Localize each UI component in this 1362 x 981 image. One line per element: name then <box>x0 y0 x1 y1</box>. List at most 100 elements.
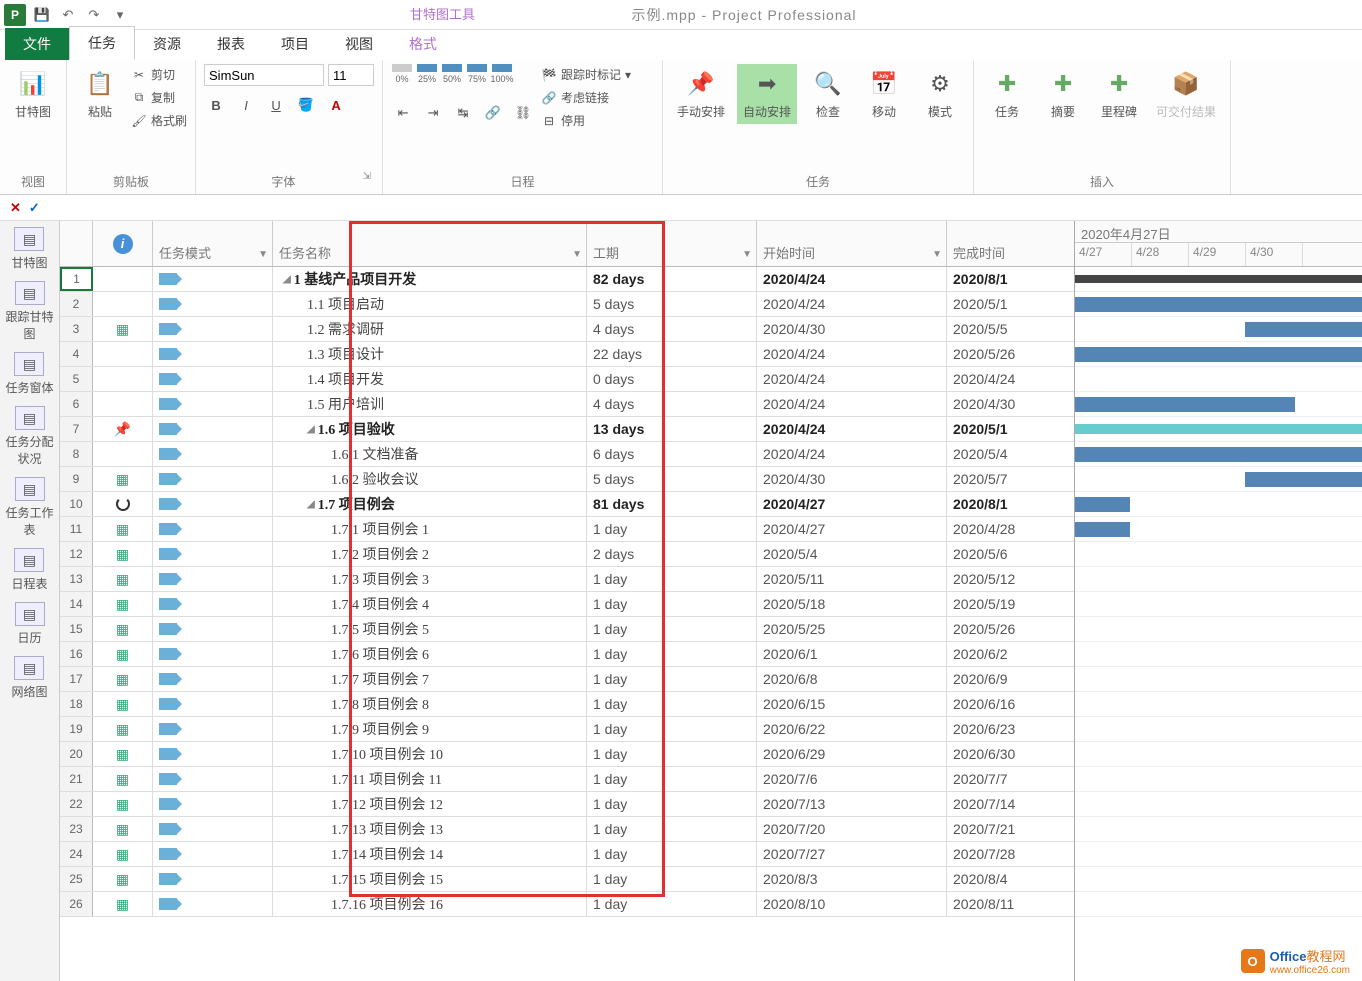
row-number[interactable]: 22 <box>60 792 93 816</box>
row-number[interactable]: 4 <box>60 342 93 366</box>
bold-button[interactable]: B <box>204 94 228 116</box>
cell-info[interactable]: ▦ <box>93 642 153 666</box>
row-number[interactable]: 3 <box>60 317 93 341</box>
tab-project[interactable]: 项目 <box>263 28 327 60</box>
cell-finish[interactable]: 2020/5/12 <box>947 567 1075 591</box>
format-painter-button[interactable]: 🖌格式刷 <box>131 110 187 131</box>
task-row[interactable]: 26▦1.7.16 项目例会 161 day2020/8/102020/8/11 <box>60 892 1074 917</box>
row-number[interactable]: 13 <box>60 567 93 591</box>
task-row[interactable]: 16▦1.7.6 项目例会 61 day2020/6/12020/6/2 <box>60 642 1074 667</box>
task-row[interactable]: 10◢1.7 项目例会81 days2020/4/272020/8/1 <box>60 492 1074 517</box>
cell-start[interactable]: 2020/4/24 <box>757 392 947 416</box>
task-row[interactable]: 13▦1.7.3 项目例会 31 day2020/5/112020/5/12 <box>60 567 1074 592</box>
cell-duration[interactable]: 1 day <box>587 617 757 641</box>
cell-name[interactable]: 1.7.1 项目例会 1 <box>273 517 587 541</box>
collapse-icon[interactable]: ◢ <box>307 499 315 510</box>
cell-name[interactable]: 1.7.16 项目例会 16 <box>273 892 587 916</box>
copy-button[interactable]: ⧉复制 <box>131 87 187 108</box>
cell-info[interactable]: ▦ <box>93 717 153 741</box>
gantt-row[interactable] <box>1075 442 1362 467</box>
row-number[interactable]: 5 <box>60 367 93 391</box>
cell-name[interactable]: 1.5 用户培训 <box>273 392 587 416</box>
row-number[interactable]: 12 <box>60 542 93 566</box>
cell-name[interactable]: 1.7.10 项目例会 10 <box>273 742 587 766</box>
cell-finish[interactable]: 2020/8/1 <box>947 492 1075 516</box>
cell-duration[interactable]: 1 day <box>587 667 757 691</box>
row-number[interactable]: 10 <box>60 492 93 516</box>
task-row[interactable]: 18▦1.7.8 项目例会 81 day2020/6/152020/6/16 <box>60 692 1074 717</box>
cell-start[interactable]: 2020/4/24 <box>757 292 947 316</box>
chevron-down-icon[interactable]: ▼ <box>572 249 582 260</box>
gantt-bar[interactable] <box>1075 497 1130 512</box>
row-number[interactable]: 19 <box>60 717 93 741</box>
collapse-icon[interactable]: ◢ <box>307 424 315 435</box>
task-row[interactable]: 3▦1.2 需求调研4 days2020/4/302020/5/5 <box>60 317 1074 342</box>
header-duration[interactable]: 工期▼ <box>587 221 757 266</box>
cell-mode[interactable] <box>153 692 273 716</box>
gantt-bar[interactable] <box>1075 397 1295 412</box>
gantt-row[interactable] <box>1075 742 1362 767</box>
sidebar-item-7[interactable]: ▤网络图 <box>11 656 47 700</box>
cell-name[interactable]: 1.7.9 项目例会 9 <box>273 717 587 741</box>
gantt-bar[interactable] <box>1245 472 1362 487</box>
track-mark-button[interactable]: 🏁跟踪时标记 ▾ <box>541 64 631 85</box>
cell-finish[interactable]: 2020/6/30 <box>947 742 1075 766</box>
row-number[interactable]: 17 <box>60 667 93 691</box>
gantt-row[interactable] <box>1075 517 1362 542</box>
cell-start[interactable]: 2020/6/29 <box>757 742 947 766</box>
cell-finish[interactable]: 2020/8/1 <box>947 267 1075 291</box>
cell-start[interactable]: 2020/6/22 <box>757 717 947 741</box>
gantt-chart[interactable]: 2020年4月27日 4/274/284/294/30 <box>1075 221 1362 981</box>
cell-start[interactable]: 2020/4/30 <box>757 317 947 341</box>
gantt-row[interactable] <box>1075 417 1362 442</box>
mode-button[interactable]: ⚙模式 <box>915 64 965 124</box>
cell-duration[interactable]: 1 day <box>587 742 757 766</box>
cell-start[interactable]: 2020/7/20 <box>757 817 947 841</box>
insert-milestone-button[interactable]: ✚里程碑 <box>1094 64 1144 124</box>
cell-start[interactable]: 2020/8/10 <box>757 892 947 916</box>
cell-start[interactable]: 2020/4/24 <box>757 367 947 391</box>
cell-start[interactable]: 2020/6/15 <box>757 692 947 716</box>
cell-duration[interactable]: 1 day <box>587 817 757 841</box>
cell-name[interactable]: 1.7.5 项目例会 5 <box>273 617 587 641</box>
cell-finish[interactable]: 2020/5/4 <box>947 442 1075 466</box>
cell-mode[interactable] <box>153 492 273 516</box>
cell-info[interactable]: ▦ <box>93 817 153 841</box>
cell-finish[interactable]: 2020/5/19 <box>947 592 1075 616</box>
cell-name[interactable]: ◢1.6 项目验收 <box>273 417 587 441</box>
manual-schedule-button[interactable]: 📌手动安排 <box>671 64 731 124</box>
task-row[interactable]: 21▦1.7.11 项目例会 111 day2020/7/62020/7/7 <box>60 767 1074 792</box>
undo-icon[interactable]: ↶ <box>58 5 78 25</box>
gantt-bar[interactable] <box>1075 447 1362 462</box>
cell-start[interactable]: 2020/4/30 <box>757 467 947 491</box>
link-button[interactable]: 🔗 <box>481 102 505 124</box>
tab-resource[interactable]: 资源 <box>135 28 199 60</box>
row-number[interactable]: 20 <box>60 742 93 766</box>
task-row[interactable]: 1◢1 基线产品项目开发82 days2020/4/242020/8/1 <box>60 267 1074 292</box>
cell-info[interactable]: 📌 <box>93 417 153 441</box>
row-number[interactable]: 26 <box>60 892 93 916</box>
cell-info[interactable]: ▦ <box>93 617 153 641</box>
gantt-bar[interactable] <box>1075 424 1362 434</box>
cell-start[interactable]: 2020/7/6 <box>757 767 947 791</box>
chevron-down-icon[interactable]: ▼ <box>932 249 942 260</box>
move-button[interactable]: 📅移动 <box>859 64 909 124</box>
cell-duration[interactable]: 6 days <box>587 442 757 466</box>
cell-mode[interactable] <box>153 767 273 791</box>
gantt-row[interactable] <box>1075 317 1362 342</box>
cell-info[interactable]: ▦ <box>93 567 153 591</box>
cell-mode[interactable] <box>153 842 273 866</box>
cell-duration[interactable]: 2 days <box>587 542 757 566</box>
cell-duration[interactable]: 1 day <box>587 642 757 666</box>
cell-info[interactable] <box>93 367 153 391</box>
cell-mode[interactable] <box>153 367 273 391</box>
task-row[interactable]: 12▦1.7.2 项目例会 22 days2020/5/42020/5/6 <box>60 542 1074 567</box>
cell-duration[interactable]: 0 days <box>587 367 757 391</box>
task-row[interactable]: 61.5 用户培训4 days2020/4/242020/4/30 <box>60 392 1074 417</box>
inspect-button[interactable]: 🔍检查 <box>803 64 853 124</box>
cell-start[interactable]: 2020/5/18 <box>757 592 947 616</box>
cell-start[interactable]: 2020/5/11 <box>757 567 947 591</box>
chevron-down-icon[interactable]: ▼ <box>742 249 752 260</box>
cell-mode[interactable] <box>153 317 273 341</box>
cell-finish[interactable]: 2020/8/4 <box>947 867 1075 891</box>
